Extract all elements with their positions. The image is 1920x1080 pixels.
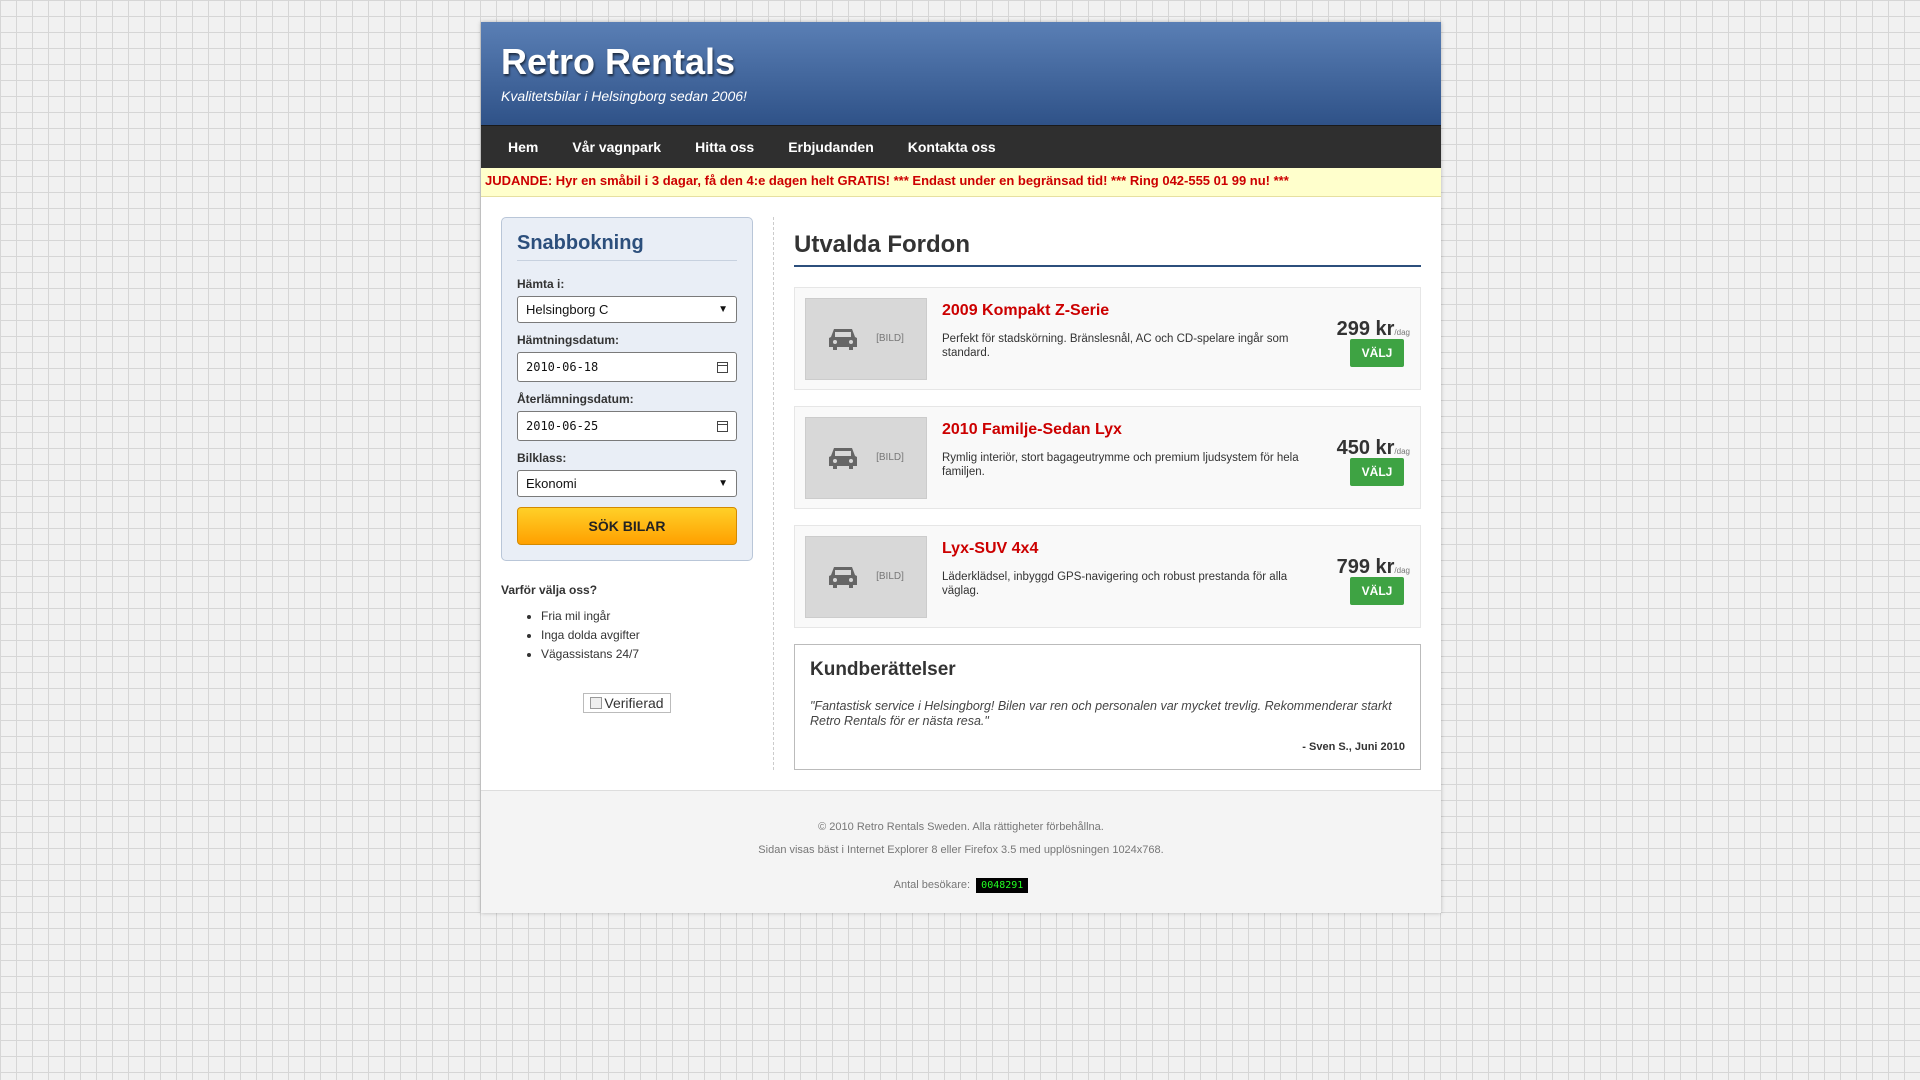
browser-note: Sidan visas bäst i Internet Explorer 8 e… [758, 844, 1164, 856]
car-image-placeholder: [BILD] [805, 535, 927, 618]
car-price: 299 kr/dag [1324, 318, 1410, 341]
featured-vehicles-title: Utvalda Fordon [794, 217, 1421, 267]
choose-button[interactable]: VÄLJ [1350, 458, 1404, 486]
site-tagline: Kvalitetsbilar i Helsingborg sedan 2006! [501, 88, 747, 104]
quick-booking-box: Snabbokning Hämta i: Helsingborg C ▼ Häm… [501, 217, 753, 561]
list-item: Inga dolda avgifter [541, 628, 753, 642]
car-class-label: Bilklass: [517, 451, 567, 465]
testimonials-title: Kundberättelser [810, 659, 956, 680]
testimonial-quote: "Fantastisk service i Helsingborg! Bilen… [810, 699, 1392, 728]
car-price-box: 299 kr/dag VÄLJ [1324, 288, 1410, 367]
content-area: Snabbokning Hämta i: Helsingborg C ▼ Häm… [481, 197, 1441, 790]
site-header: Retro Rentals Kvalitetsbilar i Helsingbo… [481, 22, 1441, 125]
list-item: Fria mil ingår [541, 609, 753, 623]
verified-badge: Verifierad [583, 693, 671, 713]
broken-image-icon [590, 697, 603, 709]
car-icon [828, 446, 858, 470]
search-cars-button[interactable]: SÖK BILAR [517, 507, 737, 545]
car-image-placeholder: [BILD] [805, 416, 927, 499]
car-card-compact: [BILD] 2009 Kompakt Z-Serie Perfekt för … [794, 287, 1421, 390]
why-choose-us-title: Varför välja oss? [501, 583, 598, 597]
chevron-down-icon: ▼ [718, 304, 728, 315]
return-date-label: Återlämningsdatum: [517, 392, 634, 406]
car-info: 2010 Familje-Sedan Lyx Rymlig interiör, … [927, 407, 1324, 479]
copyright-text: © 2010 Retro Rentals Sweden. Alla rättig… [818, 821, 1104, 833]
image-label: [BILD] [876, 452, 904, 463]
car-price-box: 799 kr/dag VÄLJ [1324, 526, 1410, 605]
image-label: [BILD] [876, 333, 904, 344]
pickup-location-select[interactable]: Helsingborg C ▼ [517, 296, 737, 323]
car-name[interactable]: 2009 Kompakt Z-Serie [942, 302, 1310, 320]
why-choose-us-list: Fria mil ingår Inga dolda avgifter Vägas… [501, 609, 753, 661]
car-card-sedan: [BILD] 2010 Familje-Sedan Lyx Rymlig int… [794, 406, 1421, 509]
visitor-counter: 0048291 [976, 878, 1029, 893]
image-label: [BILD] [876, 571, 904, 582]
per-day-label: /dag [1394, 328, 1410, 337]
car-description: Rymlig interiör, stort bagageutrymme och… [942, 452, 1299, 478]
chevron-down-icon: ▼ [718, 478, 728, 489]
site-footer: © 2010 Retro Rentals Sweden. Alla rättig… [481, 790, 1441, 913]
pickup-date-label: Hämtningsdatum: [517, 333, 619, 347]
car-description: Perfekt för stadskörning. Bränslesnål, A… [942, 333, 1289, 359]
car-price-box: 450 kr/dag VÄLJ [1324, 407, 1410, 486]
calendar-icon[interactable] [717, 361, 728, 373]
pickup-date-input[interactable]: 2010-06-18 [517, 352, 737, 382]
car-image-placeholder: [BILD] [805, 297, 927, 380]
nav-fleet[interactable]: Vår vagnpark [555, 139, 678, 155]
choose-button[interactable]: VÄLJ [1350, 577, 1404, 605]
pickup-date-value: 2010-06-18 [526, 360, 599, 374]
testimonials-box: Kundberättelser "Fantastisk service i He… [794, 644, 1421, 770]
car-info: Lyx-SUV 4x4 Läderklädsel, inbyggd GPS-na… [927, 526, 1324, 598]
car-info: 2009 Kompakt Z-Serie Perfekt för stadskö… [927, 288, 1324, 360]
visitor-counter-label: Antal besökare: [893, 879, 971, 891]
pickup-location-label: Hämta i: [517, 277, 565, 291]
car-class-select[interactable]: Ekonomi ▼ [517, 470, 737, 497]
car-name[interactable]: Lyx-SUV 4x4 [942, 540, 1310, 558]
sidebar: Snabbokning Hämta i: Helsingborg C ▼ Häm… [501, 217, 774, 770]
list-item: Vägassistans 24/7 [541, 647, 753, 661]
car-price-value: 299 kr [1336, 318, 1395, 340]
verified-alt-text: Verifierad [604, 695, 664, 711]
car-price: 799 kr/dag [1324, 556, 1410, 579]
car-price: 450 kr/dag [1324, 437, 1410, 460]
car-icon [828, 327, 858, 351]
car-description: Läderklädsel, inbyggd GPS-navigering och… [942, 571, 1288, 597]
car-name[interactable]: 2010 Familje-Sedan Lyx [942, 421, 1310, 439]
car-class-value: Ekonomi [526, 476, 577, 491]
return-date-input[interactable]: 2010-06-25 [517, 411, 737, 441]
page-wrapper: Retro Rentals Kvalitetsbilar i Helsingbo… [481, 22, 1441, 913]
main-nav: Hem Vår vagnpark Hitta oss Erbjudanden K… [481, 125, 1441, 168]
site-title[interactable]: Retro Rentals [501, 22, 1421, 82]
pickup-location-value: Helsingborg C [526, 302, 609, 317]
booking-title: Snabbokning [517, 232, 737, 261]
visitor-counter-row: Antal besökare: 0048291 [481, 878, 1441, 893]
nav-contact[interactable]: Kontakta oss [891, 139, 1013, 155]
return-date-value: 2010-06-25 [526, 419, 599, 433]
nav-home[interactable]: Hem [491, 139, 555, 155]
per-day-label: /dag [1394, 447, 1410, 456]
per-day-label: /dag [1394, 566, 1410, 575]
main-column: Utvalda Fordon [BILD] 2009 Kompakt Z-Ser… [774, 217, 1421, 770]
calendar-icon[interactable] [717, 420, 728, 432]
nav-find-us[interactable]: Hitta oss [678, 139, 771, 155]
choose-button[interactable]: VÄLJ [1350, 339, 1404, 367]
promo-ticker: JUDANDE: Hyr en småbil i 3 dagar, få den… [481, 168, 1441, 197]
car-price-value: 799 kr [1336, 556, 1395, 578]
car-card-suv: [BILD] Lyx-SUV 4x4 Läderklädsel, inbyggd… [794, 525, 1421, 628]
nav-offers[interactable]: Erbjudanden [771, 139, 891, 155]
car-price-value: 450 kr [1336, 437, 1395, 459]
testimonial-author: - Sven S., Juni 2010 [1302, 741, 1405, 753]
car-icon [828, 565, 858, 589]
